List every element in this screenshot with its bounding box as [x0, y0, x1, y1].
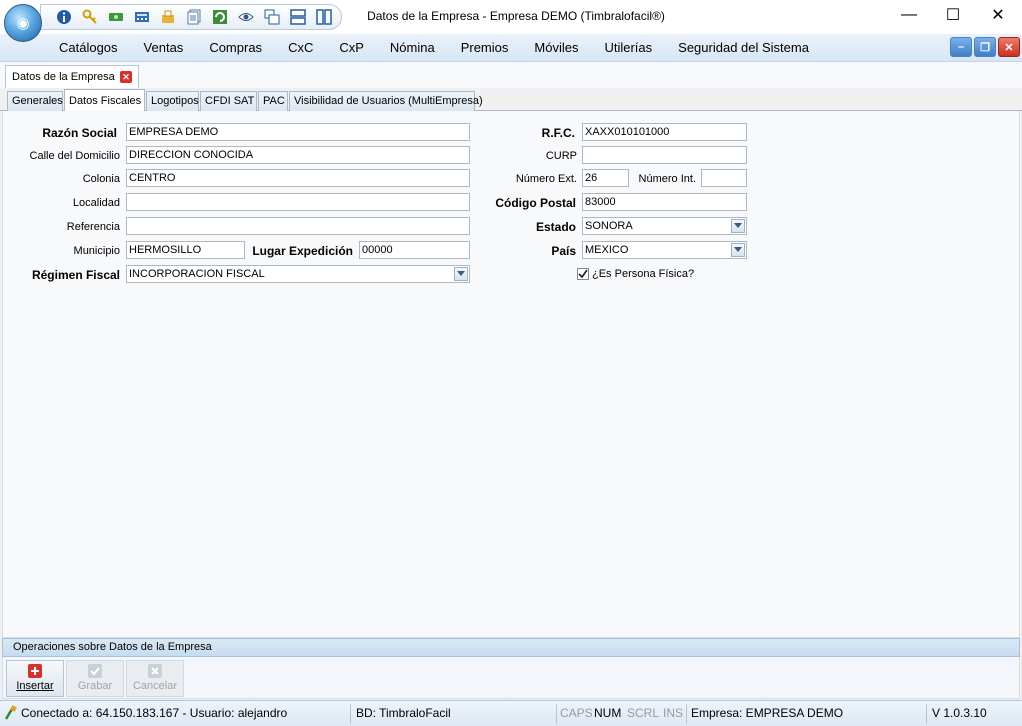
- colonia-input[interactable]: CENTRO: [126, 169, 470, 187]
- estado-value: SONORA: [585, 220, 633, 232]
- tab-generales[interactable]: Generales: [7, 91, 63, 111]
- mdi-minimize-button[interactable]: –: [950, 37, 972, 57]
- persona-fisica-label: ¿Es Persona Física?: [592, 268, 695, 280]
- menu-utilerias[interactable]: Utilerías: [591, 34, 665, 62]
- version-label: V 1.0.3.10: [932, 706, 987, 720]
- num-indicator: NUM: [594, 706, 622, 720]
- grabar-label: Grabar: [77, 680, 113, 692]
- insertar-label: Insertar: [16, 680, 54, 692]
- title-bar: Datos de la Empresa - Empresa DEMO (Timb…: [0, 0, 1022, 34]
- estado-select[interactable]: SONORA: [582, 217, 747, 235]
- doc-tab-datos-empresa[interactable]: Datos de la Empresa ✕: [5, 65, 139, 88]
- tab-pac[interactable]: PAC: [258, 91, 288, 111]
- municipio-input[interactable]: HERMOSILLO: [126, 241, 245, 259]
- insertar-button[interactable]: Insertar: [6, 660, 64, 697]
- menu-cxc[interactable]: CxC: [275, 34, 326, 62]
- status-divider: [926, 704, 927, 724]
- status-divider: [686, 704, 687, 724]
- pais-select[interactable]: MEXICO: [582, 241, 747, 259]
- plus-icon: [28, 664, 42, 678]
- maximize-button[interactable]: ☐: [930, 0, 976, 30]
- tab-datos-fiscales[interactable]: Datos Fiscales: [64, 89, 145, 111]
- close-button[interactable]: ✕: [975, 0, 1021, 30]
- lugar-expedicion-label: Lugar Expedición: [252, 244, 353, 258]
- menu-seguridad[interactable]: Seguridad del Sistema: [665, 34, 822, 62]
- menu-cxp[interactable]: CxP: [326, 34, 377, 62]
- cancelar-button[interactable]: Cancelar: [126, 660, 184, 697]
- tab-cfdi-sat[interactable]: CFDI SAT: [200, 91, 257, 111]
- datos-fiscales-panel: Razón Social EMPRESA DEMO Calle del Domi…: [2, 111, 1020, 638]
- status-divider: [350, 704, 351, 724]
- tab-strip: Generales Datos Fiscales Logotipos CFDI …: [0, 89, 1022, 111]
- chevron-down-icon[interactable]: [731, 219, 745, 233]
- window-title: Datos de la Empresa - Empresa DEMO (Timb…: [367, 9, 665, 23]
- menu-premios[interactable]: Premios: [448, 34, 522, 62]
- grabar-button[interactable]: Grabar: [66, 660, 124, 697]
- connection-status: Conectado a: 64.150.183.167 - Usuario: a…: [21, 706, 288, 720]
- codigo-postal-label: Código Postal: [495, 196, 576, 210]
- cancelar-label: Cancelar: [132, 680, 178, 692]
- calle-label: Calle del Domicilio: [29, 150, 120, 162]
- mdi-restore-button[interactable]: ❐: [974, 37, 996, 57]
- numero-ext-input[interactable]: 26: [582, 169, 629, 187]
- rfc-label: R.F.C.: [541, 126, 575, 140]
- menu-moviles[interactable]: Móviles: [521, 34, 591, 62]
- numero-ext-label: Número Ext.: [515, 173, 577, 185]
- check-icon: [88, 664, 102, 678]
- doc-tab-label: Datos de la Empresa: [12, 71, 115, 83]
- menu-bar: Catálogos Ventas Compras CxC CxP Nómina …: [0, 34, 1022, 62]
- checkmark-icon: [578, 269, 588, 279]
- cancel-icon: [148, 664, 162, 678]
- numero-int-input[interactable]: [701, 169, 747, 187]
- numero-int-label: Número Int.: [638, 173, 696, 185]
- calle-input[interactable]: DIRECCION CONOCIDA: [126, 146, 470, 164]
- pais-value: MEXICO: [585, 244, 629, 256]
- estado-label: Estado: [535, 220, 576, 234]
- pais-label: País: [551, 244, 576, 258]
- chevron-down-icon[interactable]: [454, 267, 468, 281]
- referencia-input[interactable]: [126, 217, 470, 235]
- database-status: BD: TimbraloFacil: [356, 706, 451, 720]
- codigo-postal-input[interactable]: 83000: [582, 193, 747, 211]
- menu-catalogos[interactable]: Catálogos: [46, 34, 131, 62]
- menu-nomina[interactable]: Nómina: [377, 34, 448, 62]
- tab-logotipos[interactable]: Logotipos: [146, 91, 199, 111]
- razon-social-input[interactable]: EMPRESA DEMO: [126, 123, 470, 141]
- mdi-close-button[interactable]: ✕: [998, 37, 1020, 57]
- localidad-input[interactable]: [126, 193, 470, 211]
- tab-visibilidad-usuarios[interactable]: Visibilidad de Usuarios (MultiEmpresa): [289, 91, 483, 111]
- status-divider: [556, 704, 557, 724]
- menu-compras[interactable]: Compras: [196, 34, 275, 62]
- localidad-label: Localidad: [72, 197, 120, 209]
- curp-label: CURP: [545, 150, 577, 162]
- ins-indicator: INS: [663, 706, 684, 720]
- plug-icon: [4, 705, 18, 724]
- chevron-down-icon[interactable]: [731, 243, 745, 257]
- regimen-fiscal-select[interactable]: INCORPORACION FISCAL: [126, 265, 470, 283]
- close-tab-icon[interactable]: ✕: [120, 71, 132, 83]
- razon-social-label: Razón Social: [42, 126, 117, 140]
- document-tabs: Datos de la Empresa ✕: [0, 62, 1022, 88]
- persona-fisica-checkbox[interactable]: [577, 268, 589, 280]
- status-bar: Conectado a: 64.150.183.167 - Usuario: a…: [0, 700, 1022, 726]
- caps-indicator: CAPS: [560, 706, 593, 720]
- municipio-label: Municipio: [73, 245, 120, 257]
- minimize-button[interactable]: —: [886, 0, 932, 30]
- referencia-label: Referencia: [66, 221, 120, 233]
- operations-panel: Insertar Grabar Cancelar: [2, 657, 1020, 699]
- rfc-input[interactable]: XAXX010101000: [582, 123, 747, 141]
- regimen-fiscal-value: INCORPORACION FISCAL: [129, 268, 265, 280]
- scrl-indicator: SCRL: [627, 706, 660, 720]
- empresa-status: Empresa: EMPRESA DEMO: [691, 706, 844, 720]
- regimen-fiscal-label: Régimen Fiscal: [31, 268, 120, 282]
- globe-icon[interactable]: ◉: [4, 4, 42, 42]
- menu-ventas[interactable]: Ventas: [131, 34, 197, 62]
- colonia-label: Colonia: [82, 173, 120, 185]
- curp-input[interactable]: [582, 146, 747, 164]
- operations-header: Operaciones sobre Datos de la Empresa: [2, 638, 1020, 657]
- lugar-expedicion-input[interactable]: 00000: [359, 241, 470, 259]
